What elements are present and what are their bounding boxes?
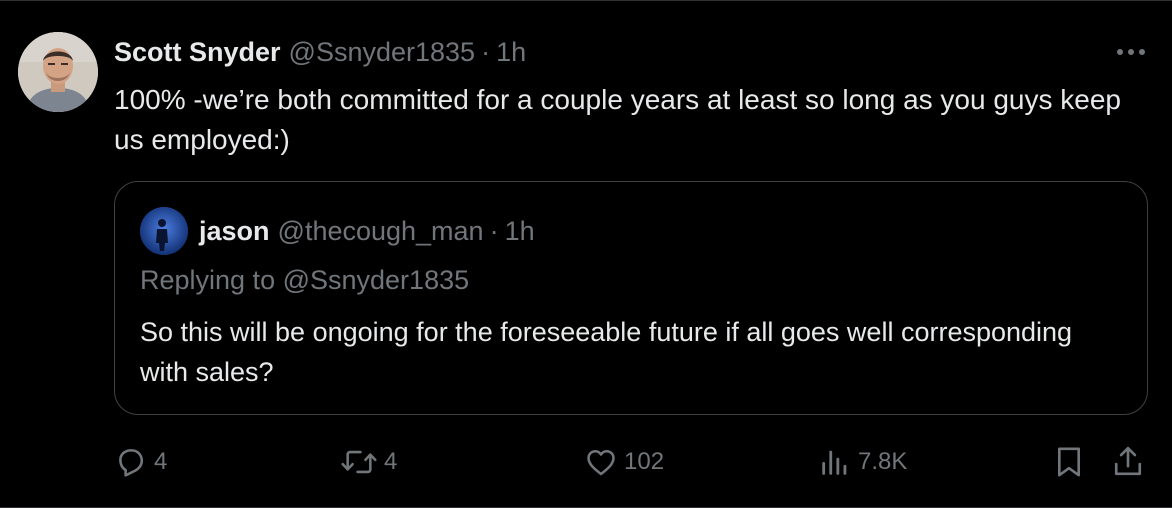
quoted-author-name[interactable]: jason [199, 216, 270, 247]
separator-dot: · [489, 215, 499, 246]
reply-button[interactable]: 4 [114, 441, 167, 483]
like-button[interactable]: 102 [584, 441, 664, 483]
share-button[interactable] [1111, 441, 1145, 483]
view-count: 7.8K [858, 448, 908, 475]
retweet-count: 4 [384, 448, 398, 475]
bookmark-button[interactable] [1052, 441, 1086, 483]
bookmark-icon [1057, 447, 1081, 477]
reply-icon [119, 449, 144, 477]
author-name[interactable]: Scott Snyder [114, 37, 281, 68]
share-icon [1114, 446, 1142, 476]
retweet-icon [341, 450, 377, 474]
tweet-card[interactable]: Scott Snyder @Ssnyder1835 · 1h 100% -we’… [0, 0, 1172, 508]
separator-dot: · [481, 36, 491, 67]
views-icon [822, 450, 847, 475]
quoted-author-handle[interactable]: @thecough_man [278, 216, 484, 247]
reply-count: 4 [154, 448, 168, 475]
person-avatar-icon [18, 32, 98, 112]
author-handle[interactable]: @Ssnyder1835 [289, 37, 476, 68]
tweet-timestamp[interactable]: 1h [496, 37, 526, 68]
quoted-tweet[interactable]: jason @thecough_man · 1h Replying to @Ss… [114, 181, 1148, 415]
author-avatar[interactable] [18, 32, 98, 112]
replying-to-handle[interactable]: @Ssnyder1835 [283, 265, 470, 295]
views-button[interactable]: 7.8K [818, 441, 907, 483]
quoted-author-avatar[interactable] [140, 207, 188, 255]
quoted-tweet-timestamp[interactable]: 1h [505, 216, 535, 247]
retweet-button[interactable]: 4 [340, 441, 397, 483]
like-icon [587, 449, 615, 476]
replying-to: Replying to @Ssnyder1835 [140, 265, 469, 296]
like-count: 102 [624, 448, 665, 475]
tweet-header: Scott Snyder @Ssnyder1835 · 1h [114, 34, 526, 70]
quoted-tweet-text: So this will be ongoing for the foreseea… [140, 317, 1073, 387]
person-silhouette-icon [140, 207, 188, 255]
quoted-tweet-header: jason @thecough_man · 1h [199, 213, 535, 249]
replying-to-label: Replying to [140, 265, 283, 295]
action-bar: 4 4 102 7.8K [0, 441, 1172, 483]
tweet-text: 100% -we’re both committed for a couple … [114, 84, 1121, 155]
more-horizontal-icon[interactable] [1114, 42, 1148, 62]
